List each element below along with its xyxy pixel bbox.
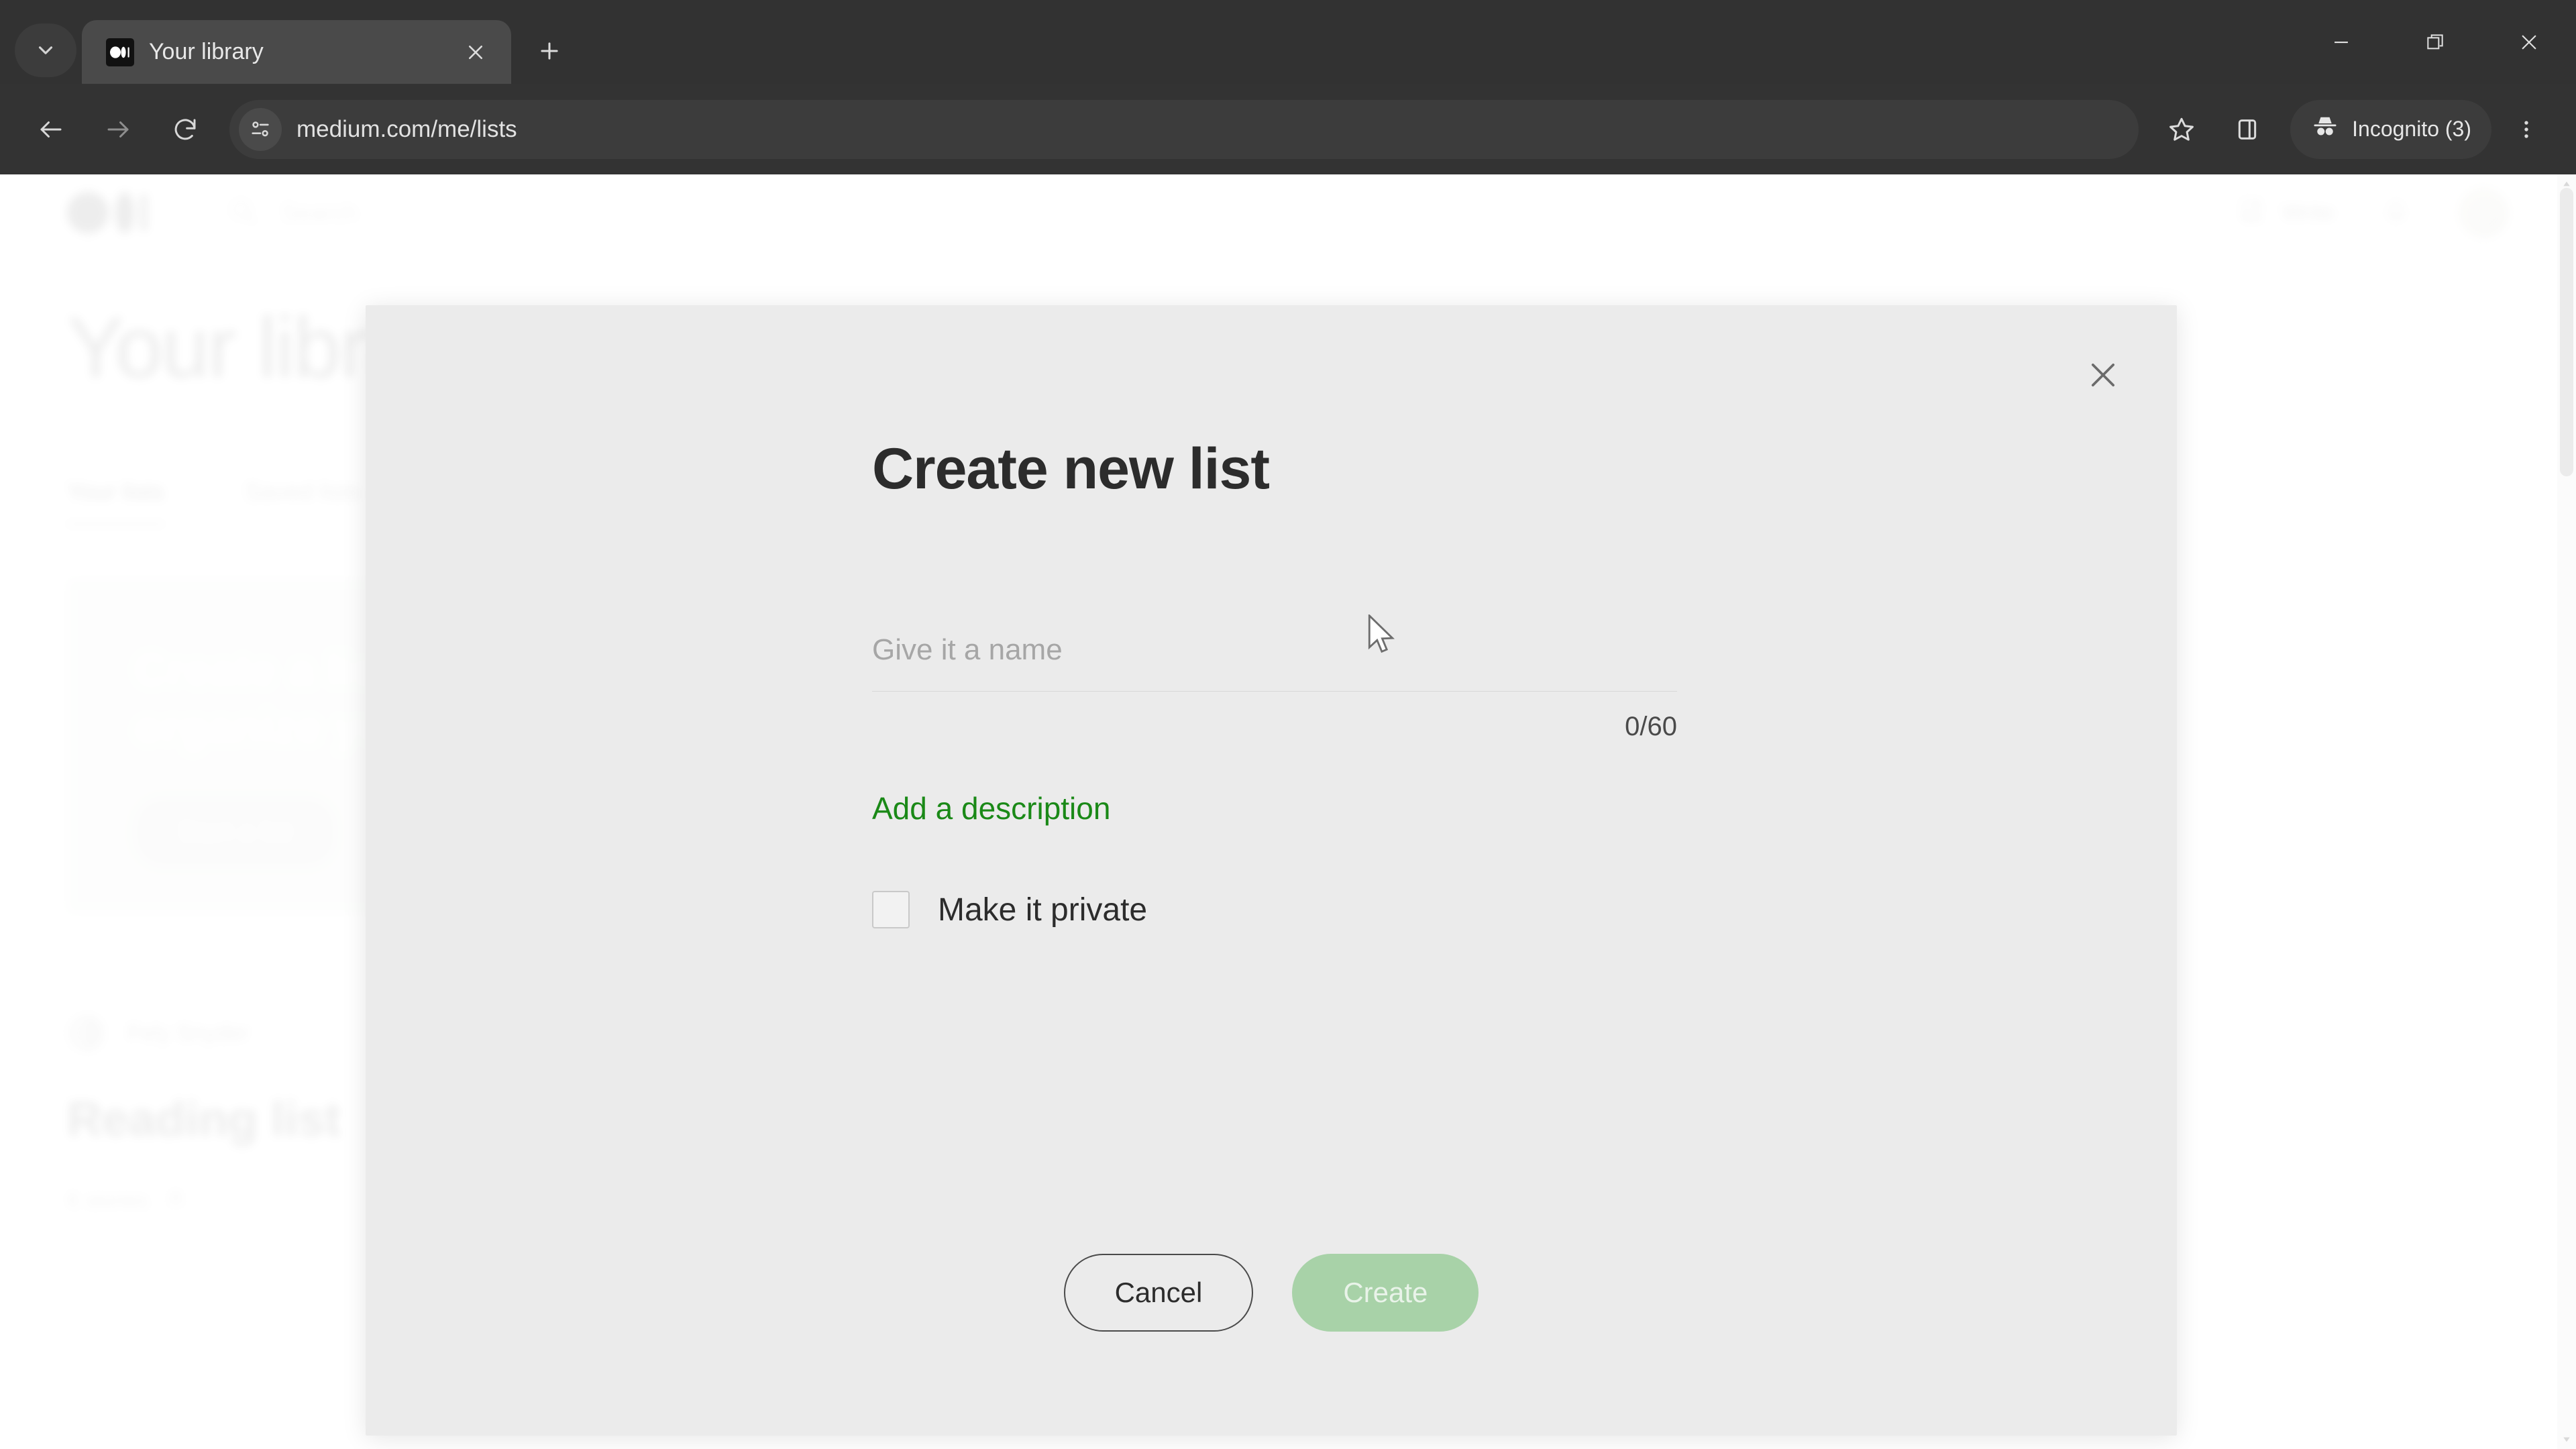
site-settings-icon[interactable]: [239, 107, 282, 151]
medium-logo-icon: [106, 38, 134, 66]
dialog-title: Create new list: [872, 437, 1270, 501]
make-private-checkbox[interactable]: [872, 891, 910, 928]
url-text: medium.com/me/lists: [297, 115, 517, 142]
list-name-input[interactable]: [872, 633, 1677, 692]
incognito-hat-icon: [2310, 112, 2340, 147]
tab-search-chevron-icon[interactable]: [15, 23, 76, 77]
browser-tab[interactable]: Your library: [82, 20, 511, 84]
make-private-label: Make it private: [938, 892, 1148, 928]
dialog-actions: Cancel Create: [366, 1254, 2177, 1332]
forward-arrow-icon[interactable]: [86, 97, 150, 162]
tab-strip: Your library: [0, 0, 2576, 84]
new-tab-plus-icon[interactable]: [526, 28, 573, 74]
reload-icon[interactable]: [153, 97, 217, 162]
address-bar[interactable]: medium.com/me/lists: [229, 99, 2139, 159]
window-controls: [2294, 0, 2576, 84]
three-dot-menu-icon[interactable]: [2496, 99, 2557, 160]
browser-toolbar: medium.com/me/lists Incognito (3): [0, 84, 2576, 174]
window-close-icon[interactable]: [2482, 0, 2576, 84]
incognito-label: Incognito (3): [2352, 117, 2471, 141]
add-description-link[interactable]: Add a description: [872, 790, 1110, 826]
minimize-icon[interactable]: [2294, 0, 2388, 84]
create-new-list-dialog: Create new list 0/60 Add a description M…: [366, 305, 2177, 1436]
star-icon[interactable]: [2151, 99, 2212, 160]
create-button[interactable]: Create: [1292, 1254, 1479, 1332]
character-counter: 0/60: [1625, 712, 1677, 741]
close-icon[interactable]: [2075, 347, 2131, 403]
cancel-button[interactable]: Cancel: [1063, 1254, 1254, 1332]
maximize-restore-icon[interactable]: [2388, 0, 2482, 84]
tab-title: Your library: [149, 39, 264, 64]
side-panel-icon[interactable]: [2216, 99, 2278, 160]
incognito-indicator[interactable]: Incognito (3): [2290, 99, 2491, 159]
dialog-body: Create new list 0/60 Add a description M…: [366, 305, 2177, 928]
browser-window: Your library medium.com/me/lists Incogni…: [0, 0, 2576, 1449]
make-private-row[interactable]: Make it private: [872, 891, 2177, 928]
list-name-field: 0/60: [872, 633, 1677, 742]
close-tab-icon[interactable]: [458, 34, 494, 70]
back-arrow-icon[interactable]: [19, 97, 83, 162]
toolbar-right-actions: Incognito (3): [2151, 99, 2557, 160]
